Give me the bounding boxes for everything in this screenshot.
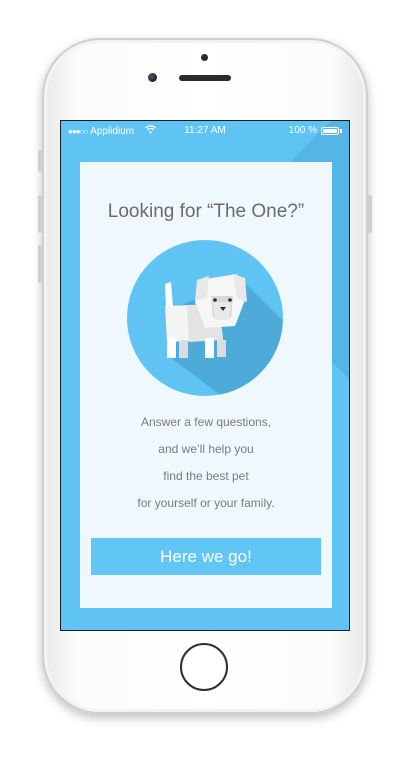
battery-icon — [321, 126, 339, 135]
battery-percentage: 100 % — [288, 125, 317, 136]
earpiece-speaker — [179, 75, 231, 81]
intro-line: find the best pet — [163, 469, 249, 483]
onboarding-card: Looking for “The One?” Answer a few ques… — [80, 162, 332, 608]
intro-line: and we’ll help you — [158, 442, 254, 456]
sensor-dot — [201, 54, 208, 61]
intro-line: for yourself or your family. — [137, 496, 275, 510]
battery-nub — [340, 128, 342, 133]
status-right: 100 % — [289, 125, 342, 136]
page-title: Looking for “The One?” — [107, 201, 305, 222]
volume-down-button — [38, 245, 42, 283]
status-bar: ●●●○○ Applidium 11:27 AM 100 % — [61, 121, 349, 141]
front-camera — [148, 73, 157, 82]
intro-line: Answer a few questions, — [140, 415, 272, 429]
power-button — [368, 195, 372, 233]
home-button[interactable] — [180, 643, 228, 691]
intro-copy: Answer a few questions, and we’ll help y… — [80, 409, 332, 517]
dog-icon — [127, 240, 283, 396]
volume-up-button — [38, 195, 42, 233]
mute-switch — [38, 150, 42, 172]
here-we-go-button[interactable]: Here we go! — [91, 538, 321, 575]
app-screen: ●●●○○ Applidium 11:27 AM 100 % Looking f… — [60, 120, 350, 631]
